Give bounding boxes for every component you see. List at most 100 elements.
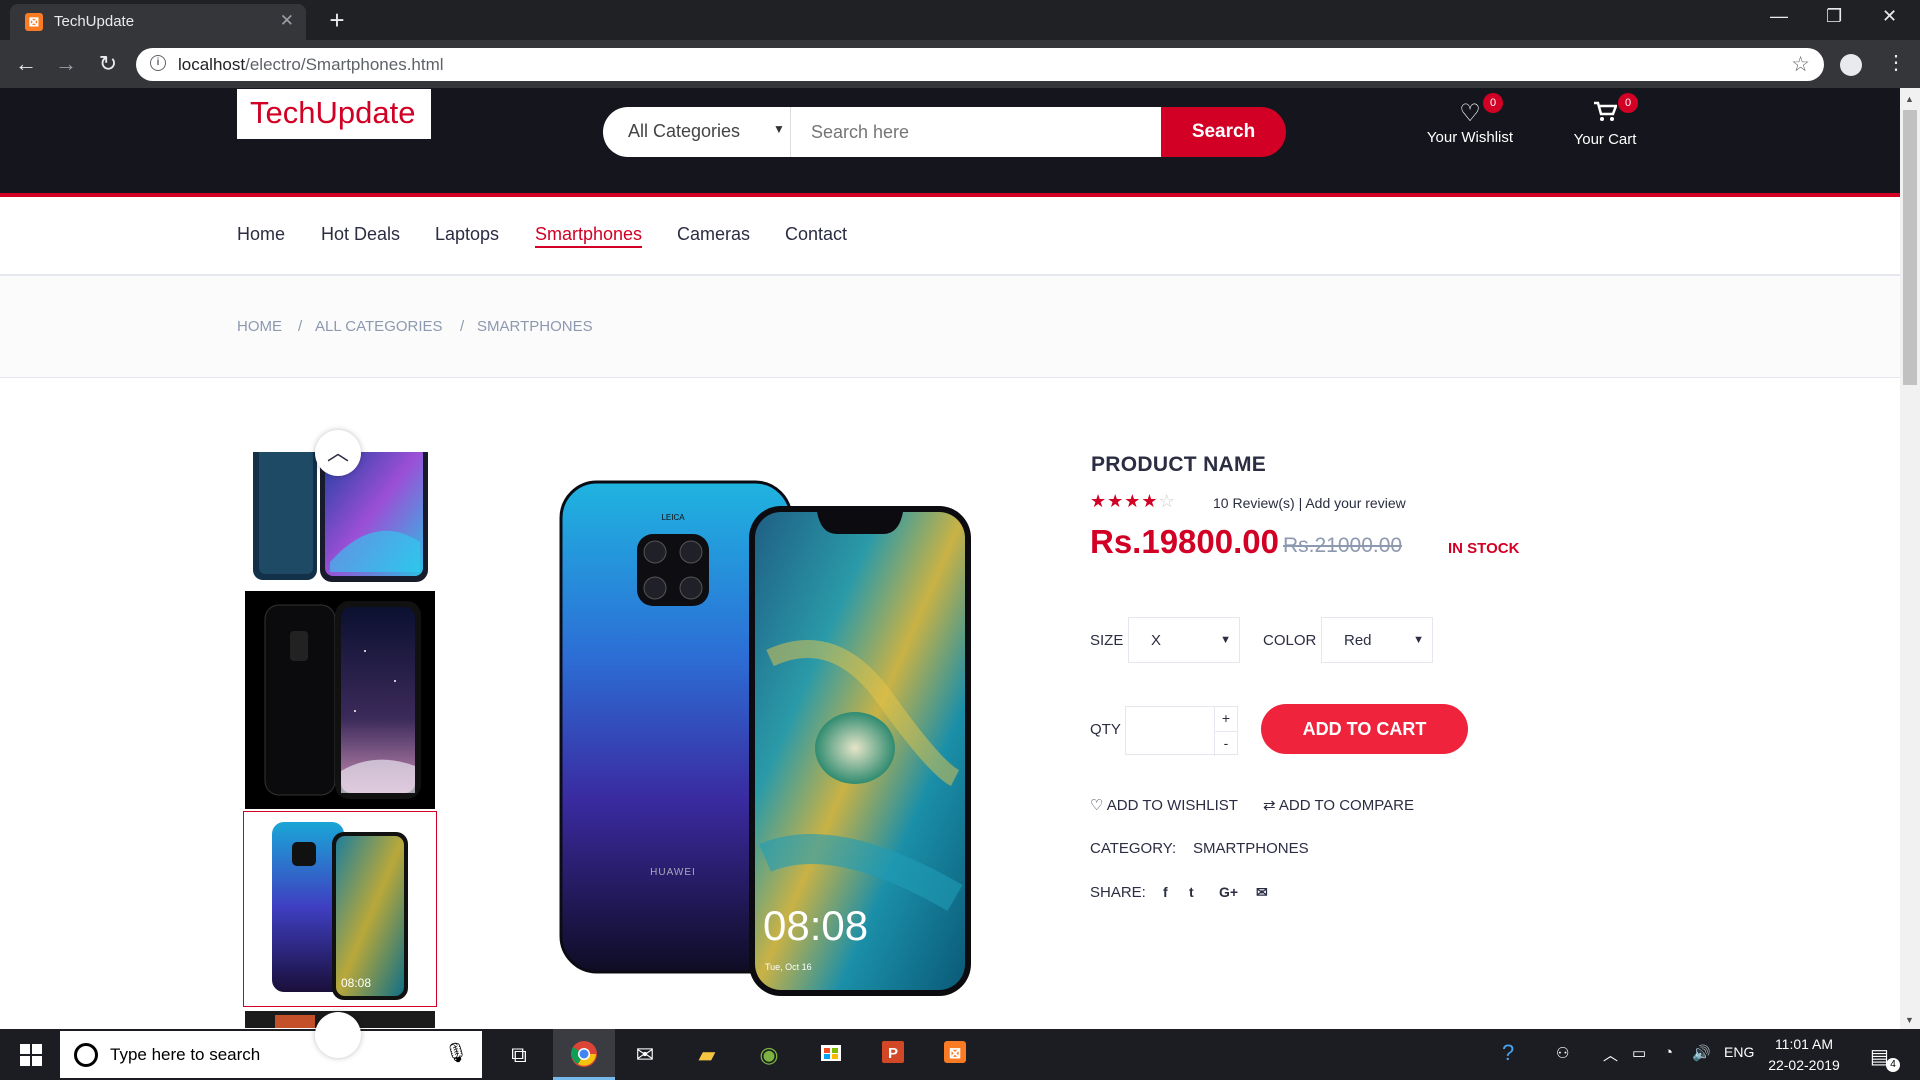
cart-link[interactable]: Your Cart 0 — [1545, 93, 1665, 148]
back-icon[interactable]: ← — [12, 50, 40, 78]
chevron-down-icon: ▼ — [773, 122, 785, 136]
size-select[interactable]: X ▼ — [1128, 617, 1240, 663]
reviews-link[interactable]: 10 Review(s) | Add your review — [1213, 495, 1406, 511]
product-main-image[interactable]: LEICA HUAWEI 08:08 Tue, Oct 16 — [555, 478, 975, 1000]
restore-icon[interactable]: ❐ — [1826, 6, 1842, 27]
language-indicator[interactable]: ENG — [1724, 1044, 1754, 1060]
browser-menu-icon[interactable]: ⋮ — [1886, 50, 1906, 75]
cortana-icon — [74, 1043, 98, 1067]
help-icon[interactable]: ? — [1502, 1040, 1514, 1066]
chevron-down-icon: ▼ — [1413, 634, 1424, 646]
volume-icon[interactable]: 🔊 — [1692, 1044, 1711, 1062]
add-to-cart-button[interactable]: ADD TO CART — [1261, 704, 1468, 754]
nav-home[interactable]: Home — [237, 224, 285, 245]
rating-stars: ★★★★☆ — [1090, 491, 1176, 512]
thumbnail-image-selected[interactable]: 08:08 — [243, 811, 437, 1007]
thumbs-down-arrow[interactable] — [315, 1012, 361, 1058]
chrome-icon[interactable] — [567, 1039, 601, 1071]
heart-icon: ♡ — [1090, 797, 1104, 814]
taskbar-search[interactable]: Type here to search 🎙 — [60, 1031, 482, 1078]
star-icon: ★ — [1107, 491, 1125, 511]
svg-text:08:08: 08:08 — [341, 976, 371, 990]
google-plus-icon[interactable]: G+ — [1219, 884, 1238, 900]
scroll-down-icon[interactable]: ▼ — [1905, 1015, 1914, 1025]
nav-cameras[interactable]: Cameras — [677, 224, 750, 245]
old-price: Rs.21000.00 — [1283, 534, 1403, 557]
wishlist-link[interactable]: ♡ Your Wishlist 0 — [1410, 93, 1530, 146]
search-form: All Categories ▼ Search — [603, 107, 1286, 157]
product-price: Rs.19800.00 — [1090, 523, 1279, 560]
site-logo[interactable]: TechUpdate — [237, 89, 431, 139]
facebook-icon[interactable]: f — [1163, 884, 1168, 900]
breadcrumb-home[interactable]: HOME — [237, 318, 282, 335]
category-select[interactable]: All Categories ▼ — [603, 107, 791, 157]
svg-text:P: P — [888, 1045, 898, 1062]
svg-text:Tue, Oct 16: Tue, Oct 16 — [765, 962, 812, 972]
xampp-icon[interactable]: ⊠ — [938, 1039, 972, 1071]
email-icon[interactable]: ✉ — [1256, 884, 1268, 901]
task-view-icon[interactable]: ⧉ — [502, 1039, 536, 1071]
store-icon[interactable] — [814, 1039, 848, 1071]
qty-label: QTY — [1090, 721, 1121, 738]
android-studio-icon[interactable]: ◉ — [752, 1039, 786, 1071]
wishlist-count-badge: 0 — [1483, 93, 1503, 113]
stock-status: IN STOCK — [1448, 540, 1520, 557]
add-to-compare-link[interactable]: ⇄ ADD TO COMPARE — [1263, 796, 1414, 814]
bookmark-star-icon[interactable]: ☆ — [1791, 52, 1810, 77]
scroll-up-icon[interactable]: ▲ — [1905, 94, 1914, 104]
profile-avatar[interactable] — [1840, 54, 1862, 76]
people-icon[interactable]: ⚇ — [1556, 1044, 1569, 1062]
close-window-icon[interactable]: ✕ — [1882, 6, 1897, 27]
chevron-up-icon[interactable]: ︿ — [1603, 1044, 1618, 1065]
svg-text:HUAWEI: HUAWEI — [650, 867, 696, 878]
nav-smartphones[interactable]: Smartphones — [535, 224, 643, 248]
breadcrumb-separator: / — [460, 318, 465, 335]
search-input[interactable] — [791, 107, 1161, 157]
powerpoint-icon[interactable]: P — [876, 1039, 910, 1071]
thumbs-up-arrow[interactable]: ︿ — [315, 430, 361, 476]
browser-tab[interactable]: ⊠ TechUpdate ✕ — [10, 4, 306, 40]
star-icon: ★ — [1090, 491, 1108, 511]
url-text[interactable]: localhost/electro/Smartphones.html — [178, 55, 444, 75]
new-tab-button[interactable]: + — [320, 6, 354, 34]
breadcrumb-separator: / — [298, 318, 303, 335]
category-link[interactable]: SMARTPHONES — [1193, 840, 1309, 857]
nav-contact[interactable]: Contact — [785, 224, 847, 245]
microphone-icon[interactable]: 🎙 — [444, 1041, 468, 1065]
share-label: SHARE: — [1090, 884, 1146, 901]
qty-increase-button[interactable]: + — [1214, 707, 1237, 731]
omnibox[interactable]: i localhost/electro/Smartphones.html ☆ — [136, 48, 1824, 81]
minimize-icon[interactable]: — — [1770, 6, 1788, 27]
forward-icon[interactable]: → — [52, 50, 80, 78]
quantity-stepper[interactable]: + - — [1125, 706, 1238, 756]
info-icon[interactable]: i — [150, 55, 166, 71]
svg-text:08:08: 08:08 — [763, 902, 868, 949]
heart-icon: ♡ — [1459, 100, 1481, 127]
tab-title: TechUpdate — [54, 13, 135, 30]
color-select[interactable]: Red ▼ — [1321, 617, 1433, 663]
chevron-up-icon: ︿ — [326, 440, 349, 465]
nav-hot-deals[interactable]: Hot Deals — [321, 224, 400, 245]
search-button[interactable]: Search — [1161, 107, 1286, 157]
cart-icon — [1545, 101, 1665, 129]
mail-icon[interactable]: ✉ — [628, 1039, 662, 1071]
battery-icon[interactable]: ▭ — [1632, 1044, 1646, 1062]
nav-laptops[interactable]: Laptops — [435, 224, 499, 245]
main-navigation: Home Hot Deals Laptops Smartphones Camer… — [0, 197, 1900, 276]
qty-decrease-button[interactable]: - — [1214, 731, 1237, 756]
file-explorer-icon[interactable]: ▰ — [690, 1039, 724, 1071]
color-label: COLOR — [1263, 632, 1317, 649]
add-to-wishlist-link[interactable]: ♡ ADD TO WISHLIST — [1090, 796, 1238, 814]
close-tab-icon[interactable]: ✕ — [280, 11, 294, 31]
thumbnail-image[interactable] — [245, 591, 435, 809]
cart-count-badge: 0 — [1618, 93, 1638, 113]
windows-start-icon[interactable] — [20, 1044, 42, 1066]
breadcrumb-all-categories[interactable]: ALL CATEGORIES — [315, 318, 443, 335]
scrollbar-thumb[interactable] — [1903, 110, 1917, 385]
reload-icon[interactable]: ↻ — [94, 50, 122, 78]
site-header: TechUpdate All Categories ▼ Search ♡ You… — [0, 88, 1900, 197]
network-icon[interactable]: ◔ — [1664, 1044, 1673, 1061]
taskbar-clock[interactable]: 11:01 AM 22-02-2019 — [1764, 1034, 1844, 1076]
star-empty-icon: ☆ — [1158, 491, 1176, 511]
twitter-icon[interactable]: t — [1189, 884, 1194, 900]
